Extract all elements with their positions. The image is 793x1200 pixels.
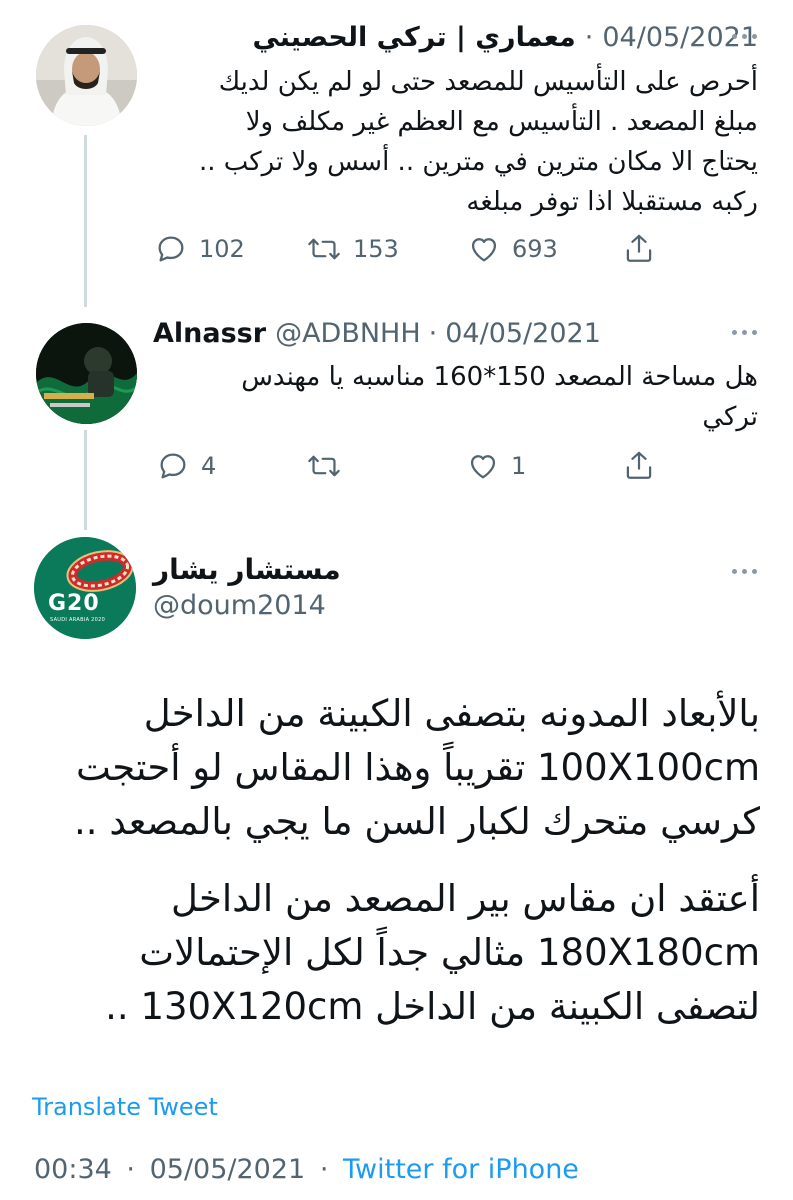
tweet-text-line: مبلغ المصعد . التأسيس مع العظم غير مكلف … <box>245 107 758 137</box>
g20-text: G20 <box>48 591 100 616</box>
more-icon[interactable] <box>732 34 757 39</box>
tweet-paragraph: بالأبعاد المدونه بتصفى الكبينة من الداخل… <box>30 687 760 849</box>
tweet-text-line: أحرص على التأسيس للمصعد حتى لو لم يكن لد… <box>218 67 758 97</box>
tweet-text-line: تركي <box>702 402 758 432</box>
tweet-text-line: بالأبعاد المدونه بتصفى الكبينة من الداخل <box>143 692 760 735</box>
reply-icon <box>160 453 186 479</box>
avatar-photo-icon <box>36 25 137 126</box>
separator: · <box>126 1154 135 1185</box>
like-count: 693 <box>512 235 558 263</box>
tweet-text-line: يحتاج الا مكان مترين في مترين .. أسس ولا… <box>198 147 758 177</box>
heart-icon <box>470 455 496 479</box>
like-button[interactable]: 1 <box>467 450 526 482</box>
g20-subtext: SAUDI ARABIA 2020 <box>50 617 106 623</box>
avatar-g20[interactable]: G20 SAUDI ARABIA 2020 <box>34 537 136 639</box>
tweet-header: معماري | تركي الحصيني · 04/05/2021 <box>252 22 758 53</box>
retweet-count: 153 <box>353 235 399 263</box>
separator: · <box>319 1154 329 1185</box>
tweet-timestamp: 00:34 · 05/05/2021 · Twitter for iPhone <box>34 1154 579 1185</box>
reply-count: 4 <box>201 452 217 480</box>
tweet-text: أحرص على التأسيس للمصعد حتى لو لم يكن لد… <box>158 62 758 222</box>
g20-logo-icon <box>34 537 136 639</box>
avatar[interactable] <box>36 25 137 126</box>
handle[interactable]: @doum2014 <box>153 590 326 621</box>
avatar-flag-icon <box>36 323 137 424</box>
share-button[interactable] <box>623 449 655 483</box>
tweet-text-line: لتصفى الكبينة من الداخل 130X120cm .. <box>105 985 760 1028</box>
handle[interactable]: @ADBNHH <box>275 318 421 349</box>
share-icon <box>626 234 652 262</box>
tweet-text: هل مساحة المصعد 150*160 مناسبه يا مهندس … <box>158 357 758 437</box>
translate-tweet-link[interactable]: Translate Tweet <box>32 1093 218 1121</box>
tweet-text-line: أعتقد ان مقاس بير المصعد من الداخل <box>171 877 760 920</box>
tweet-paragraph: أعتقد ان مقاس بير المصعد من الداخل 180X1… <box>30 872 760 1034</box>
tweet-time[interactable]: 00:34 <box>34 1154 112 1185</box>
display-name[interactable]: مستشار يشار <box>153 553 341 586</box>
separator: · <box>584 22 594 53</box>
reply-icon <box>158 236 184 262</box>
display-name[interactable]: Alnassr <box>153 318 266 349</box>
tweet-text-line: 180X180cm مثالي جداً لكل الإحتمالات <box>139 931 760 974</box>
tweet-text-line: ركبه مستقبلا اذا توفر مبلغه <box>466 187 758 217</box>
thread-line <box>84 135 87 307</box>
avatar[interactable] <box>36 323 137 424</box>
reply-count: 102 <box>199 235 245 263</box>
tweet-text-line: كرسي متحرك لكبار السن ما يجي بالمصعد .. <box>74 800 760 843</box>
tweet-source-link[interactable]: Twitter for iPhone <box>343 1154 579 1185</box>
retweet-button[interactable] <box>307 450 353 482</box>
like-button[interactable]: 693 <box>468 233 558 265</box>
retweet-button[interactable]: 153 <box>307 233 399 265</box>
tweet-date[interactable]: 04/05/2021 <box>445 318 601 349</box>
heart-icon <box>471 238 497 262</box>
thread-line <box>84 430 87 530</box>
display-name[interactable]: معماري | تركي الحصيني <box>252 22 575 53</box>
retweet-icon <box>308 455 340 477</box>
tweet-text-line: 100X100cm تقريباً وهذا المقاس لو أحتجت <box>75 746 760 789</box>
like-count: 1 <box>511 452 527 480</box>
more-icon[interactable] <box>732 569 757 574</box>
retweet-icon <box>308 238 340 260</box>
tweet-date[interactable]: 05/05/2021 <box>150 1154 306 1185</box>
reply-button[interactable]: 102 <box>155 233 245 265</box>
share-button[interactable] <box>623 232 655 266</box>
tweet-header: Alnassr @ADBNHH · 04/05/2021 <box>153 318 601 349</box>
more-icon[interactable] <box>732 330 757 335</box>
share-icon <box>626 451 652 479</box>
separator: · <box>428 318 438 349</box>
reply-button[interactable]: 4 <box>157 450 216 482</box>
tweet-text-line: هل مساحة المصعد 150*160 مناسبه يا مهندس <box>241 362 758 392</box>
